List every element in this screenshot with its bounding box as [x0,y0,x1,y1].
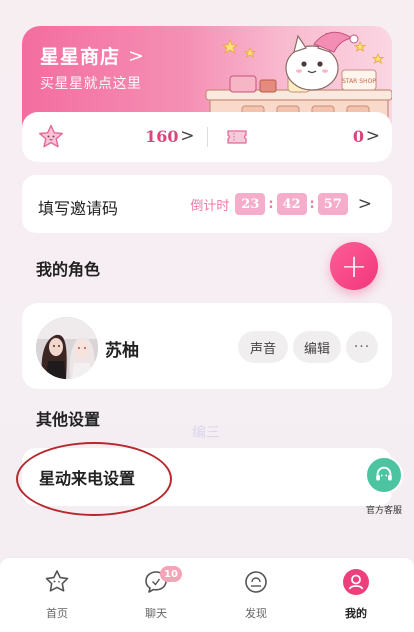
invite-code-label: 填写邀请码 [38,199,119,218]
balance-card: 160 > 0 > [22,112,392,162]
home-star-icon [45,570,69,592]
watermark: 编三 [192,425,220,441]
countdown-label: 倒计时 [190,198,230,214]
role-card[interactable]: 苏柚 声音 编辑 ··· [22,303,392,389]
countdown-timer: 倒计时 23 : 42 : 57 > [190,193,372,215]
shop-subtitle: 买星星就点这里 [40,76,142,92]
nav-discover[interactable]: 发现 [226,568,286,621]
invite-code-card[interactable]: 填写邀请码 倒计时 23 : 42 : 57 > [22,175,392,233]
role-avatar-icon [36,317,98,379]
profile-icon [343,569,369,595]
customer-service-label: 官方客服 [365,506,402,516]
call-settings-card[interactable]: 星动来电设置 [22,448,392,506]
star-count: 160 [145,127,179,146]
nav-me[interactable]: 我的 [326,568,386,621]
add-role-button[interactable]: + [330,242,378,290]
my-roles-heading: 我的角色 [36,260,101,279]
chevron-right-icon: > [180,126,195,146]
edit-button[interactable]: 编辑 [293,331,341,363]
chevron-right-icon: > [357,194,372,214]
bottom-nav: 首页 10 聊天 发现 我的 [0,557,414,632]
headset-icon [365,456,403,494]
shop-title-text: 星星商店 [40,46,121,68]
nav-home[interactable]: 首页 [27,568,87,621]
ticket-count: 0 [352,127,364,146]
shop-sign-text: STAR SHOP [342,78,376,85]
nav-me-label: 我的 [345,607,367,620]
countdown-hours: 23 [235,193,266,215]
unread-badge: 10 [160,566,182,582]
call-settings-label: 星动来电设置 [39,469,136,488]
countdown-separator: : [268,196,274,212]
chevron-right-icon: > [365,126,380,146]
star-balance[interactable]: 160 > [22,112,207,162]
countdown-minutes: 42 [276,193,307,215]
more-options-button[interactable]: ··· [346,331,378,363]
nav-discover-label: 发现 [245,607,267,620]
ticket-icon [226,130,247,144]
other-settings-heading: 其他设置 [36,410,101,429]
voice-button[interactable]: 声音 [238,331,288,363]
discover-icon [245,571,267,593]
countdown-separator: : [309,196,315,212]
role-name: 苏柚 [105,341,139,361]
nav-chat[interactable]: 10 聊天 [126,566,186,621]
star-icon [39,124,63,148]
customer-service-button[interactable]: 官方客服 [362,456,406,516]
countdown-seconds: 57 [317,193,348,215]
chevron-right-icon: > [128,44,145,67]
shop-title: 星星商店 > [40,42,145,69]
nav-home-label: 首页 [46,607,68,620]
avatar[interactable] [36,317,98,379]
ticket-balance[interactable]: 0 > [208,112,393,162]
nav-chat-label: 聊天 [145,607,167,620]
